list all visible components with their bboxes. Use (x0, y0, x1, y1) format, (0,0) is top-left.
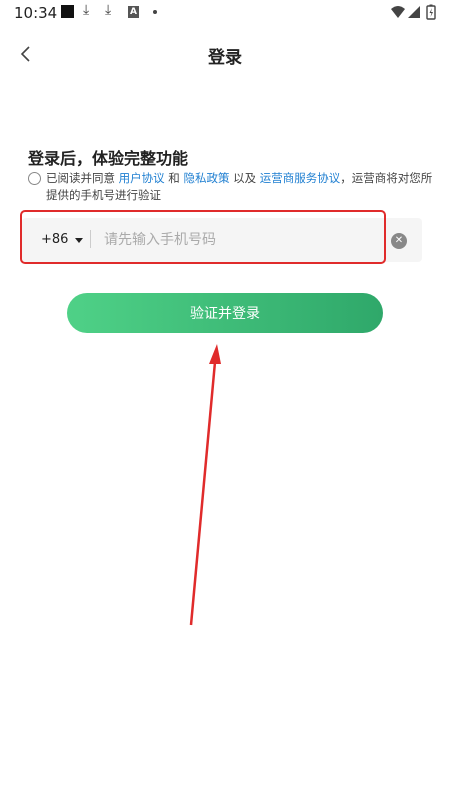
app-notification-icon: A (128, 6, 139, 18)
agreement-prefix: 已阅读并同意 (46, 171, 119, 185)
signal-icon (408, 6, 420, 18)
annotation-arrow (189, 344, 221, 626)
login-heading: 登录后，体验完整功能 (28, 149, 189, 168)
status-bar: 10:34 ⤓ ⤓ A (0, 0, 450, 26)
header: 登录 (0, 38, 450, 70)
battery-icon (426, 4, 436, 20)
agreement-and2: 以及 (229, 171, 260, 185)
more-notifications-dot-icon (153, 10, 157, 14)
agreement-radio[interactable] (28, 172, 41, 185)
privacy-policy-link[interactable]: 隐私政策 (183, 171, 229, 185)
download-icon: ⤓ (105, 2, 112, 18)
phone-input[interactable] (104, 227, 374, 253)
page-title: 登录 (208, 48, 242, 68)
wifi-icon (391, 6, 405, 18)
notification-square-icon (61, 5, 74, 18)
dropdown-caret-icon[interactable] (75, 238, 83, 243)
clear-input-icon[interactable]: ✕ (391, 233, 407, 249)
divider (90, 230, 91, 248)
download-icon: ⤓ (83, 2, 90, 18)
agreement-and: 和 (164, 171, 184, 185)
agreement-text: 已阅读并同意 用户协议 和 隐私政策 以及 运营商服务协议，运营商将对您所提供的… (46, 170, 436, 204)
system-icons (390, 4, 440, 24)
user-agreement-link[interactable]: 用户协议 (119, 171, 165, 185)
verify-login-button[interactable]: 验证并登录 (67, 293, 383, 333)
status-time: 10:34 (14, 4, 58, 22)
country-code-selector[interactable]: +86 (41, 232, 68, 247)
carrier-agreement-link[interactable]: 运营商服务协议 (260, 171, 341, 185)
